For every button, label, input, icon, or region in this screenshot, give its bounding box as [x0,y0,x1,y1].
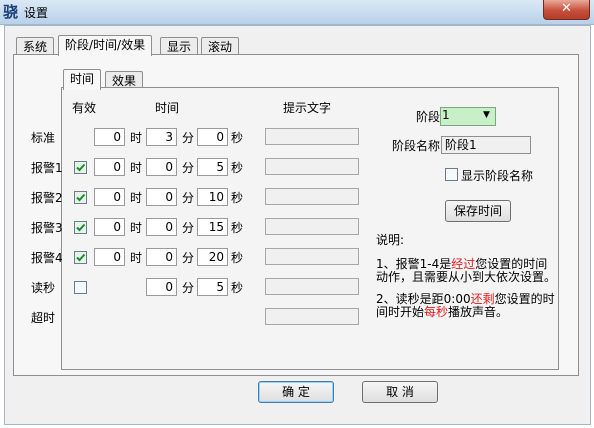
hour-unit: 时 [130,131,143,145]
second-unit: 秒 [231,131,244,145]
row-label: 超时 [31,311,56,325]
tab-label: 系统 [23,40,48,54]
row-label: 标准 [31,131,56,145]
minute-input[interactable]: 0 [146,188,177,206]
hint-text-field[interactable] [265,158,359,175]
note-1: 1、报警1-4是经过您设置的时间 动作，且需要从小到大依次设置。 [376,258,561,284]
second-unit: 秒 [231,161,244,175]
subtab-time[interactable]: 时间 [63,69,102,90]
hour-unit: 时 [130,251,143,265]
hour-input[interactable]: 0 [94,188,125,206]
hour-input[interactable]: 0 [94,218,125,236]
note-text: 播放声音。 [448,305,509,319]
ok-button[interactable]: 确 定 [258,381,334,403]
second-unit: 秒 [231,191,244,205]
app-icon: 骁 [3,3,19,21]
tab-label: 时间 [70,72,95,86]
row-label: 报警2 [31,191,63,205]
tab-label: 阶段/时间/效果 [65,38,146,52]
check-icon [76,193,86,202]
minute-unit: 分 [182,281,195,295]
minute-unit: 分 [182,191,195,205]
hour-unit: 时 [130,221,143,235]
second-input[interactable]: 10 [197,188,228,206]
close-button[interactable]: ✕ [543,0,590,20]
stage-label: 阶段 [416,110,441,124]
second-input[interactable]: 5 [197,158,228,176]
second-input[interactable]: 15 [197,218,228,236]
tab-label: 效果 [112,74,137,88]
hint-text-field[interactable] [265,218,359,235]
row-enabled-checkbox[interactable] [74,161,87,174]
row-enabled-checkbox[interactable] [74,221,87,234]
note-text: 间时开始 [376,305,425,319]
note-highlight: 还剩 [470,292,495,306]
note-2: 2、读秒是距0:00还剩您设置的时 间时开始每秒播放声音。 [376,293,561,319]
second-input[interactable]: 20 [197,248,228,266]
minute-unit: 分 [182,251,195,265]
hint-text-field[interactable] [265,308,359,325]
second-input[interactable]: 5 [197,278,228,296]
note-highlight: 经过 [451,257,476,271]
note-highlight: 每秒 [424,305,449,319]
close-icon: ✕ [561,1,572,16]
tab-stage-time-effect[interactable]: 阶段/时间/效果 [58,35,153,56]
notes-title: 说明: [376,233,405,247]
row-label: 读秒 [31,281,56,295]
minute-unit: 分 [182,221,195,235]
hour-input[interactable]: 0 [94,248,125,266]
header-time: 时间 [155,101,180,115]
note-text: 动作，且需要从小到大依次设置。 [376,270,557,284]
check-icon [76,223,86,232]
check-icon [76,163,86,172]
hour-input[interactable]: 0 [94,158,125,176]
minute-unit: 分 [182,131,195,145]
hint-text-field[interactable] [265,188,359,205]
row-enabled-checkbox[interactable] [74,281,87,294]
hint-text-field[interactable] [265,128,359,145]
hint-text-field[interactable] [265,278,359,295]
show-stage-name-checkbox[interactable] [445,168,458,181]
show-stage-name-label: 显示阶段名称 [461,169,534,183]
note-text: 您设置的时 [494,292,555,306]
save-time-button[interactable]: 保存时间 [445,200,511,222]
tab-label: 滚动 [208,40,233,54]
minute-input[interactable]: 3 [146,128,177,146]
second-unit: 秒 [231,281,244,295]
hint-text-field[interactable] [265,248,359,265]
header-hint-text: 提示文字 [283,101,332,115]
minute-input[interactable]: 0 [146,158,177,176]
stage-name-field[interactable]: 阶段1 [441,136,531,154]
hour-unit: 时 [130,191,143,205]
second-unit: 秒 [231,221,244,235]
note-text: 2、读秒是距0:00 [376,292,471,306]
chevron-down-icon: ▼ [483,110,490,120]
minute-unit: 分 [182,161,195,175]
stage-select-value: 1 [442,108,450,122]
second-unit: 秒 [231,251,244,265]
row-label: 报警4 [31,251,63,265]
row-enabled-checkbox[interactable] [74,191,87,204]
title-bar: 骁 设置 ✕ [0,0,594,25]
cancel-button[interactable]: 取 消 [362,381,438,403]
note-text: 1、报警1-4是 [376,257,452,271]
window-title: 设置 [24,6,49,20]
row-enabled-checkbox[interactable] [74,251,87,264]
tab-label: 显示 [167,40,192,54]
minute-input[interactable]: 0 [146,248,177,266]
minute-input[interactable]: 0 [146,278,177,296]
note-text: 您设置的时间 [475,257,548,271]
check-icon [76,253,86,262]
hour-input[interactable]: 0 [94,128,125,146]
hour-unit: 时 [130,161,143,175]
header-enabled: 有效 [72,101,97,115]
row-label: 报警3 [31,221,63,235]
minute-input[interactable]: 0 [146,218,177,236]
second-input[interactable]: 0 [197,128,228,146]
stage-name-label: 阶段名称 [392,139,441,153]
row-label: 报警1 [31,161,63,175]
